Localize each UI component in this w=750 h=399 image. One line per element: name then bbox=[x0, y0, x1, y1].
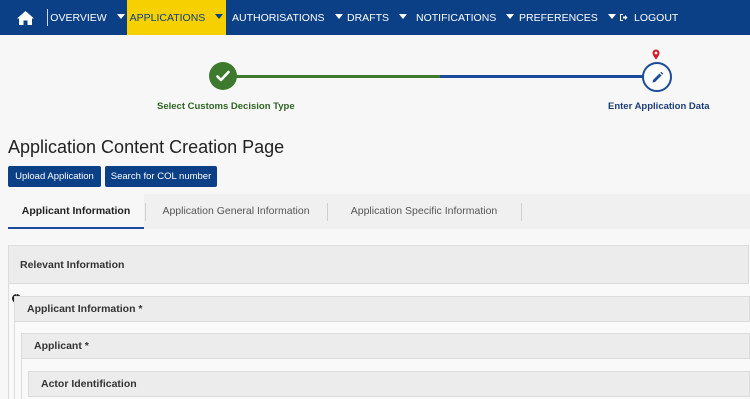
nav-item-authorisations[interactable]: AUTHORISATIONS bbox=[232, 0, 343, 35]
caret-down-icon bbox=[607, 14, 616, 19]
page-title: Application Content Creation Page bbox=[8, 137, 285, 157]
section-relevant-information[interactable]: Relevant Information bbox=[8, 245, 749, 284]
home-icon bbox=[17, 10, 34, 25]
nav-item-label: OVERVIEW bbox=[50, 11, 107, 24]
step-select-customs-decision-type[interactable] bbox=[209, 62, 237, 90]
section-title: Applicant Information * bbox=[27, 303, 143, 315]
nav-item-label: AUTHORISATIONS bbox=[232, 11, 325, 24]
section-applicant[interactable]: Applicant * bbox=[21, 333, 750, 359]
top-navigation-bar: OVERVIEW APPLICATIONS AUTHORISATIONS DRA… bbox=[0, 0, 750, 35]
tab-bar: Applicant Information Application Genera… bbox=[8, 194, 750, 229]
section-title: Actor Identification bbox=[41, 378, 137, 390]
caret-down-icon bbox=[399, 14, 407, 19]
logout-icon bbox=[620, 14, 628, 21]
progress-line-current bbox=[440, 75, 643, 78]
pencil-icon bbox=[652, 71, 663, 82]
nav-item-label: APPLICATIONS bbox=[129, 11, 206, 24]
home-button[interactable] bbox=[7, 0, 44, 35]
section-actor-identification[interactable]: Actor Identification bbox=[28, 371, 750, 397]
section-title: Applicant * bbox=[34, 340, 89, 352]
nav-item-applications[interactable]: APPLICATIONS bbox=[127, 0, 226, 35]
search-col-number-button[interactable]: Search for COL number bbox=[105, 166, 217, 187]
logout-button[interactable]: LOGOUT bbox=[619, 0, 678, 35]
step-label-current: Enter Application Data bbox=[608, 101, 710, 112]
tab-application-general-information[interactable]: Application General Information bbox=[146, 194, 326, 227]
tab-application-specific-information[interactable]: Application Specific Information bbox=[328, 194, 520, 227]
step-enter-application-data[interactable] bbox=[642, 62, 672, 92]
nav-item-label: PREFERENCES bbox=[519, 11, 598, 24]
caret-down-icon bbox=[215, 14, 224, 19]
nav-item-label: NOTIFICATIONS bbox=[416, 11, 497, 24]
check-icon bbox=[216, 70, 230, 82]
tab-applicant-information[interactable]: Applicant Information bbox=[8, 194, 144, 229]
progress-line-completed bbox=[236, 75, 440, 78]
section-applicant-information[interactable]: Applicant Information * bbox=[14, 296, 750, 322]
nav-item-notifications[interactable]: NOTIFICATIONS bbox=[416, 0, 515, 35]
caret-down-icon bbox=[116, 14, 125, 19]
section-title: Relevant Information bbox=[20, 258, 125, 271]
nav-item-label: DRAFTS bbox=[347, 11, 389, 24]
logout-label: LOGOUT bbox=[634, 11, 679, 24]
nav-item-overview[interactable]: OVERVIEW bbox=[48, 0, 127, 35]
step-label-done: Select Customs Decision Type bbox=[157, 101, 295, 112]
caret-down-icon bbox=[334, 14, 343, 19]
nav-item-preferences[interactable]: PREFERENCES bbox=[519, 0, 616, 35]
nav-item-drafts[interactable]: DRAFTS bbox=[347, 0, 407, 35]
upload-application-button[interactable]: Upload Application bbox=[8, 166, 101, 187]
caret-down-icon bbox=[506, 14, 515, 19]
tab-divider bbox=[521, 203, 522, 221]
